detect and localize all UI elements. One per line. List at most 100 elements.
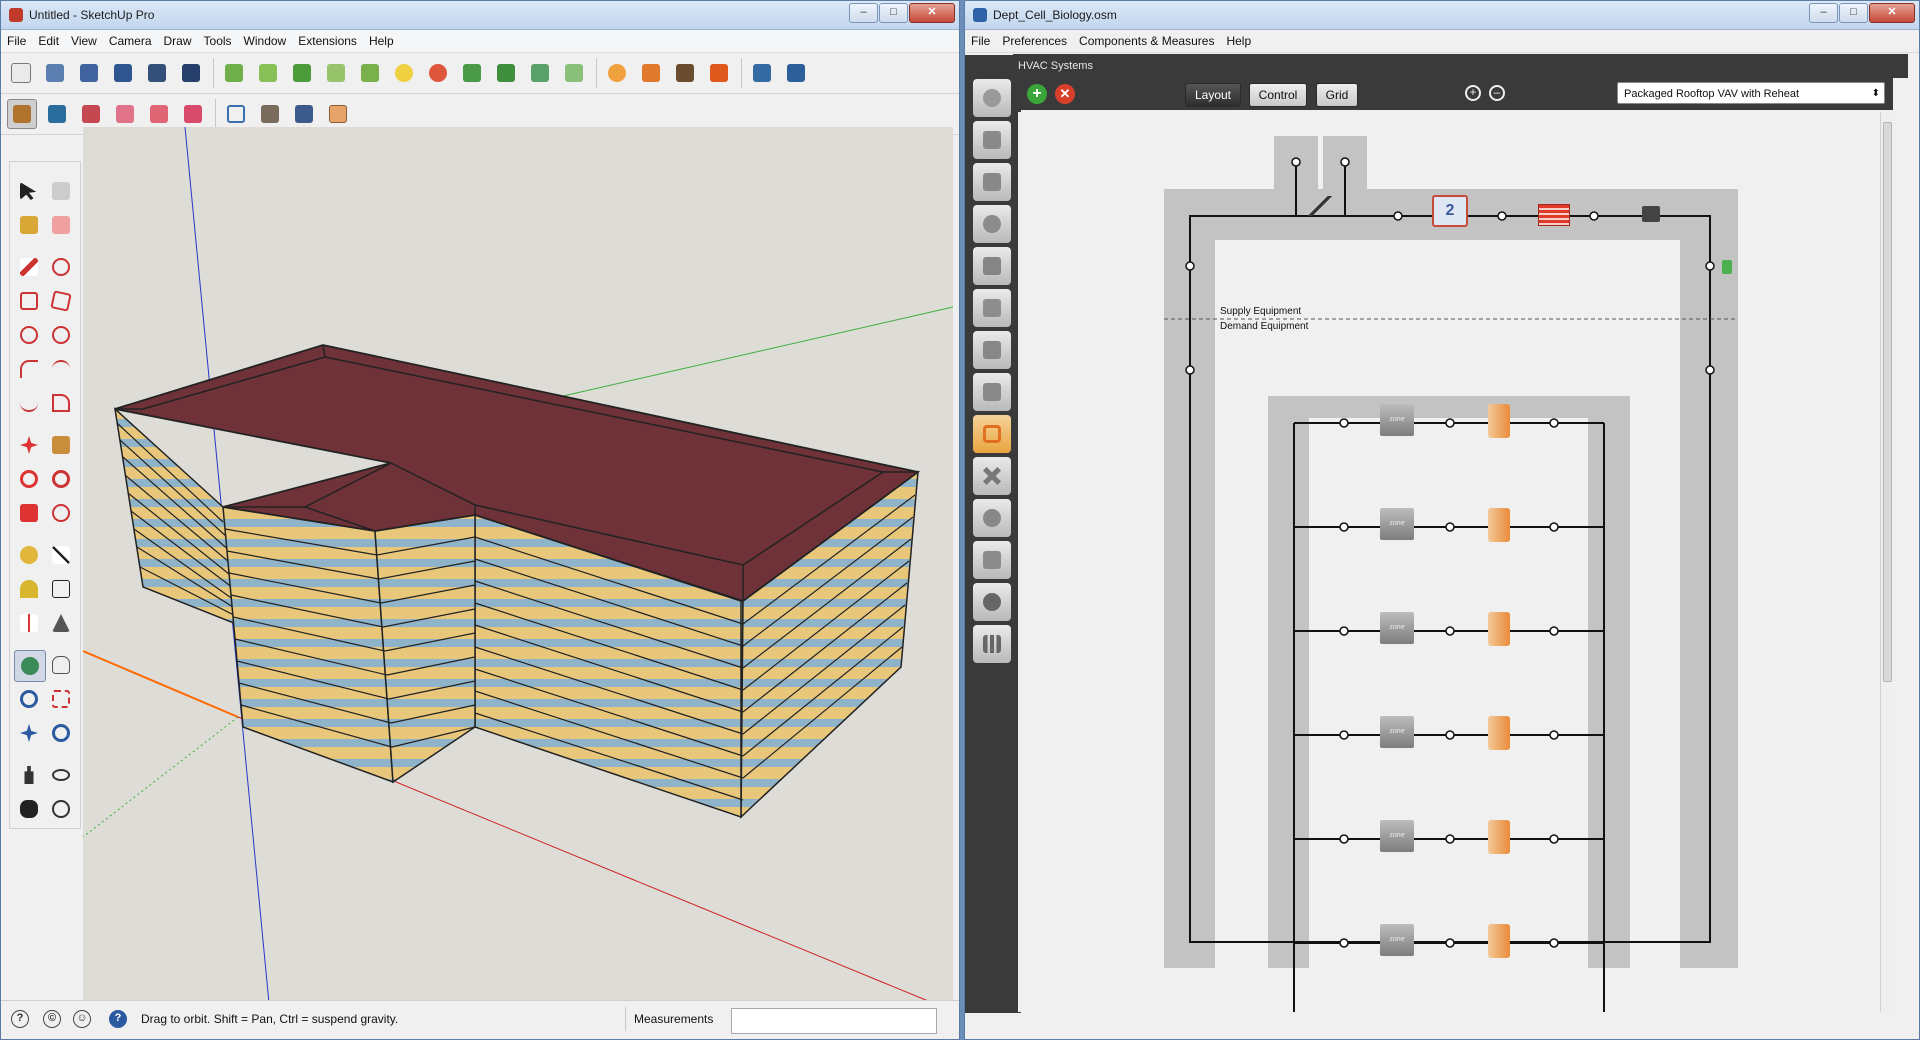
text-tool[interactable]	[48, 576, 74, 602]
paint-bucket-tool[interactable]	[16, 212, 42, 238]
remove-system-button[interactable]: ✕	[1055, 84, 1075, 104]
eraser-tool[interactable]	[48, 212, 74, 238]
tab-control[interactable]: Control	[1249, 83, 1307, 107]
position-camera-tool[interactable]	[16, 762, 42, 788]
export-idf-button[interactable]	[177, 59, 205, 87]
dimension-tool[interactable]	[48, 542, 74, 568]
thermal-zone-6[interactable]: zone	[1380, 924, 1414, 956]
tab-measures[interactable]	[973, 499, 1011, 537]
new-shading-button[interactable]	[254, 59, 282, 87]
new-interior-partition-button[interactable]	[288, 59, 316, 87]
thermal-zone-3[interactable]: zone	[1380, 612, 1414, 644]
hvac-layout-canvas[interactable]: Supply Equipment Demand Equipment 2 zone…	[1018, 112, 1888, 1012]
protractor-tool[interactable]	[16, 576, 42, 602]
tab-constructions[interactable]	[973, 163, 1011, 201]
rotated-rectangle-tool[interactable]	[48, 288, 74, 314]
circle-tool[interactable]	[16, 322, 42, 348]
new-illuminance-map-button[interactable]	[356, 59, 384, 87]
render-by-story-button[interactable]	[179, 100, 207, 128]
unitary-coil-icon[interactable]: 2	[1432, 195, 1468, 227]
polygon-tool[interactable]	[48, 322, 74, 348]
os-menu-file[interactable]: File	[971, 34, 990, 48]
schedule-button[interactable]	[324, 100, 352, 128]
menu-camera[interactable]: Camera	[109, 34, 152, 48]
move-tool[interactable]	[16, 432, 42, 458]
scale-tool[interactable]	[16, 500, 42, 526]
tab-building-summary[interactable]	[973, 457, 1011, 495]
zoom-window-tool[interactable]	[48, 686, 74, 712]
hvac-scrollbar-thumb[interactable]	[1883, 122, 1892, 682]
plugin-help-button[interactable]	[782, 59, 810, 87]
new-daylighting-button[interactable]	[322, 59, 350, 87]
project-loose-geometry-button[interactable]	[526, 59, 554, 87]
new-glare-sensor-button[interactable]	[424, 59, 452, 87]
user-account-icon[interactable]: ☺	[73, 1010, 91, 1028]
tab-site[interactable]	[973, 79, 1011, 117]
pan-tool[interactable]	[48, 652, 74, 678]
new-space-button[interactable]	[220, 59, 248, 87]
tab-facility[interactable]	[973, 331, 1011, 369]
xray-button[interactable]	[290, 100, 318, 128]
tab-spaces[interactable]	[973, 373, 1011, 411]
zoom-in-button[interactable]: +	[1465, 85, 1481, 101]
space-diagram-button[interactable]	[560, 59, 588, 87]
rectangle-tool[interactable]	[16, 288, 42, 314]
import-idf-button[interactable]	[143, 59, 171, 87]
render-by-space-type-button[interactable]	[111, 100, 139, 128]
os-menu-help[interactable]: Help	[1226, 34, 1251, 48]
render-by-boundary-button[interactable]	[43, 100, 71, 128]
tab-results-summary[interactable]	[973, 625, 1011, 663]
make-component-tool[interactable]	[48, 178, 74, 204]
geo-location-icon[interactable]: ?	[11, 1010, 29, 1028]
save-as-button[interactable]	[109, 59, 137, 87]
openstudio-titlebar[interactable]: Dept_Cell_Biology.osm – □ ✕	[965, 1, 1919, 30]
previous-view-tool[interactable]	[48, 720, 74, 746]
info-tool-button[interactable]	[671, 59, 699, 87]
sketchup-maximize-button[interactable]: □	[879, 3, 908, 23]
menu-file[interactable]: File	[7, 34, 26, 48]
two-point-arc-tool[interactable]	[48, 356, 74, 382]
tab-simulation-settings[interactable]	[973, 541, 1011, 579]
menu-view[interactable]: View	[71, 34, 97, 48]
tab-schedules[interactable]	[973, 121, 1011, 159]
select-tool[interactable]	[16, 178, 42, 204]
zoom-tool[interactable]	[16, 686, 42, 712]
new-model-button[interactable]	[7, 59, 35, 87]
hide-all-button[interactable]	[222, 100, 250, 128]
reheat-terminal-6[interactable]	[1488, 924, 1510, 958]
reheat-terminal-5[interactable]	[1488, 820, 1510, 854]
help-icon[interactable]: ?	[109, 1010, 127, 1028]
surface-matching-button[interactable]	[458, 59, 486, 87]
three-point-arc-tool[interactable]	[16, 390, 42, 416]
tab-geometry[interactable]	[973, 289, 1011, 327]
menu-draw[interactable]: Draw	[164, 34, 192, 48]
walk-tool[interactable]	[16, 796, 42, 822]
search-surfaces-button[interactable]	[637, 59, 665, 87]
measurements-input[interactable]	[731, 1008, 937, 1034]
inspector-button[interactable]	[603, 59, 631, 87]
reheat-terminal-4[interactable]	[1488, 716, 1510, 750]
section-plane-tool[interactable]	[48, 796, 74, 822]
intersect-button[interactable]	[492, 59, 520, 87]
3d-text-tool[interactable]	[48, 610, 74, 636]
new-luminaire-button[interactable]	[390, 59, 418, 87]
os-menu-components[interactable]: Components & Measures	[1079, 34, 1214, 48]
thermal-zone-1[interactable]: zone	[1380, 404, 1414, 436]
sketchup-titlebar[interactable]: Untitled - SketchUp Pro – □ ✕	[1, 1, 959, 30]
tab-space-types[interactable]	[973, 247, 1011, 285]
hvac-system-select[interactable]: Packaged Rooftop VAV with Reheat ⬍	[1617, 82, 1885, 104]
supply-fan-icon[interactable]	[1642, 206, 1660, 222]
render-by-construction-button[interactable]	[77, 100, 105, 128]
credits-icon[interactable]: ©	[43, 1010, 61, 1028]
pie-tool[interactable]	[48, 390, 74, 416]
reheat-terminal-1[interactable]	[1488, 404, 1510, 438]
tab-hvac-systems[interactable]	[973, 415, 1011, 453]
tab-layout[interactable]: Layout	[1185, 83, 1241, 107]
look-around-tool[interactable]	[48, 762, 74, 788]
building-model[interactable]	[83, 127, 953, 1003]
tape-measure-tool[interactable]	[16, 542, 42, 568]
render-by-class-button[interactable]	[7, 99, 37, 129]
menu-window[interactable]: Window	[244, 34, 287, 48]
zoom-out-button[interactable]: –	[1489, 85, 1505, 101]
freehand-tool[interactable]	[48, 254, 74, 280]
